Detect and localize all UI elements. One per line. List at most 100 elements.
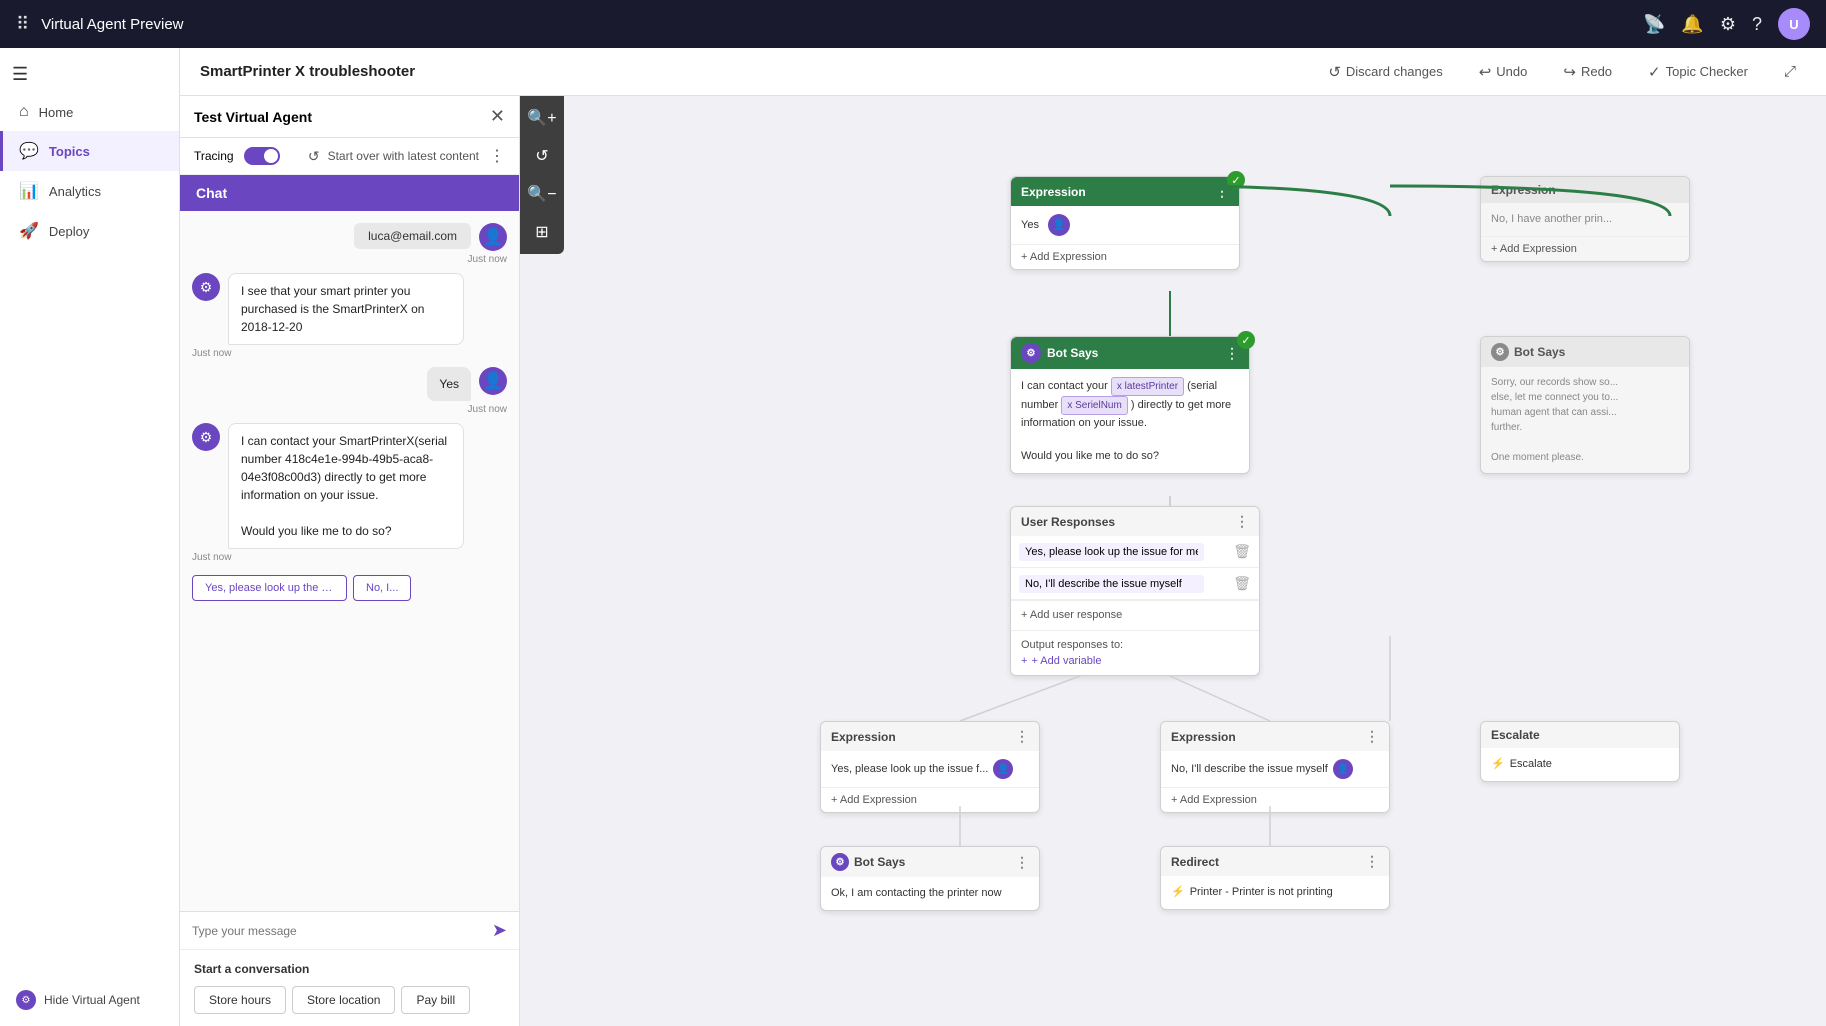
user-responses-body: 🗑 🗑 + Add user response xyxy=(1011,536,1259,630)
response-item-yes: 🗑 xyxy=(1011,536,1259,568)
bot-says-bottom-body: Ok, I am contacting the printer now xyxy=(821,877,1039,910)
bot-bottom-dots[interactable]: ⋮ xyxy=(1015,854,1029,871)
grid-icon[interactable]: ⠿ xyxy=(16,14,29,35)
add-expression-button[interactable]: + Add Expression xyxy=(1011,244,1239,269)
sidebar-topics-label: Topics xyxy=(49,144,90,159)
va-panel-more-icon[interactable]: ⋮ xyxy=(489,146,505,166)
expression-top-dots[interactable]: ⋮ xyxy=(1215,183,1229,200)
add-expr-yes-button[interactable]: + Add Expression xyxy=(821,787,1039,812)
add-var-icon: + xyxy=(1021,655,1027,667)
sidebar-item-deploy[interactable]: 🚀 Deploy xyxy=(0,211,179,251)
expr-no-avatar: 👤 xyxy=(1333,759,1353,779)
redirect-dots[interactable]: ⋮ xyxy=(1365,853,1379,870)
delete-response-icon[interactable]: 🗑 xyxy=(1233,541,1251,562)
delete-response-no-icon[interactable]: 🗑 xyxy=(1233,573,1251,594)
va-bottom-icon: ⚙ xyxy=(22,995,31,1006)
zoom-controls: 🔍+ ↺ 🔍− ⊞ xyxy=(520,96,564,254)
zoom-out-button[interactable]: 🔍− xyxy=(524,176,560,212)
va-panel-close-button[interactable]: ✕ xyxy=(490,106,505,127)
bot-says-avatar: ⚙ xyxy=(1021,343,1041,363)
message-time: Just now xyxy=(468,404,507,415)
add-expression-right-button[interactable]: + Add Expression xyxy=(1481,236,1689,261)
bot-says-bottom-header: ⚙ Bot Says ⋮ xyxy=(821,847,1039,877)
message-row: 👤 luca@email.com Just now xyxy=(192,223,507,265)
sidebar-item-analytics[interactable]: 📊 Analytics xyxy=(0,171,179,211)
zoom-in-button[interactable]: 🔍+ xyxy=(524,100,560,136)
start-over-icon: ↺ xyxy=(308,148,320,165)
expand-icon: ⤢ xyxy=(1784,63,1796,80)
option-yes-button[interactable]: Yes, please look up the issue for me xyxy=(192,575,347,601)
zoom-reset-button[interactable]: ↺ xyxy=(524,138,560,174)
expr-yes-avatar: 👤 xyxy=(993,759,1013,779)
bot-message-with-avatar: ⚙ I see that your smart printer you purc… xyxy=(192,273,507,345)
analytics-icon: 📊 xyxy=(19,181,39,201)
user-responses-node: User Responses ⋮ 🗑 🗑 xyxy=(1010,506,1260,676)
undo-button[interactable]: ↩ Undo xyxy=(1469,59,1538,85)
bot-says-bottom-node: ⚙ Bot Says ⋮ Ok, I am contacting the pri… xyxy=(820,846,1040,911)
bot-message-with-avatar: ⚙ I can contact your SmartPrinterX(seria… xyxy=(192,423,507,549)
undo-icon: ↩ xyxy=(1479,63,1492,81)
var-tag-printer: x latestPrinter xyxy=(1111,377,1184,396)
hide-va-button[interactable]: ⚙ Hide Virtual Agent xyxy=(0,974,179,1026)
expression-top-body: Yes 👤 xyxy=(1011,206,1239,244)
help-icon[interactable]: ? xyxy=(1752,14,1762,35)
expression-no-node: Expression ⋮ No, I'll describe the issue… xyxy=(1160,721,1390,813)
user-message-with-avatar: 👤 Yes xyxy=(427,367,507,401)
message-row: 👤 Yes Just now xyxy=(192,367,507,415)
add-user-response-button[interactable]: + Add user response xyxy=(1011,600,1259,630)
send-button[interactable]: ➤ xyxy=(492,920,507,941)
sidebar-item-topics[interactable]: 💬 Topics xyxy=(0,131,179,171)
bot-says-right-header: ⚙ Bot Says xyxy=(1481,337,1689,367)
expression-right-label: Expression xyxy=(1491,183,1556,197)
expand-button[interactable]: ⤢ xyxy=(1774,59,1806,84)
sidebar-item-home[interactable]: ⌂ Home xyxy=(0,93,179,131)
escalate-header: Escalate xyxy=(1481,722,1679,748)
start-over-button[interactable]: ↺ Start over with latest content xyxy=(308,148,479,165)
discard-changes-button[interactable]: ↺ Discard changes xyxy=(1318,59,1452,85)
va-panel-title: Test Virtual Agent xyxy=(194,109,482,125)
message-time: Just now xyxy=(468,254,507,265)
fit-button[interactable]: ⊞ xyxy=(524,214,560,250)
store-hours-button[interactable]: Store hours xyxy=(194,986,286,1014)
bot-says-dots[interactable]: ⋮ xyxy=(1225,345,1239,362)
check-badge: ✓ xyxy=(1227,171,1245,189)
add-variable-button[interactable]: + + Add variable xyxy=(1021,655,1249,667)
sidebar-toggle[interactable]: ☰ xyxy=(0,56,179,93)
sidebar-deploy-label: Deploy xyxy=(49,224,89,239)
escalate-icon: ⚡ xyxy=(1491,756,1505,773)
toolbar: SmartPrinter X troubleshooter ↺ Discard … xyxy=(180,48,1826,96)
bot-bottom-avatar: ⚙ xyxy=(831,853,849,871)
redo-button[interactable]: ↪ Redo xyxy=(1553,59,1622,85)
pay-bill-button[interactable]: Pay bill xyxy=(401,986,470,1014)
bot-avatar: ⚙ xyxy=(192,423,220,451)
page-title: SmartPrinter X troubleshooter xyxy=(200,63,1302,80)
redirect-node: Redirect ⋮ ⚡ Printer - Printer is not pr… xyxy=(1160,846,1390,910)
response-item-no: 🗑 xyxy=(1011,568,1259,600)
add-expr-no-button[interactable]: + Add Expression xyxy=(1161,787,1389,812)
bot-says-right-node: ⚙ Bot Says Sorry, our records show so...… xyxy=(1480,336,1690,474)
tracing-toggle[interactable] xyxy=(244,147,280,165)
escalate-body: ⚡ Escalate xyxy=(1481,748,1679,781)
response-input-yes[interactable] xyxy=(1019,543,1204,561)
expression-yes-node: Expression ⋮ Yes, please look up the iss… xyxy=(820,721,1040,813)
chat-input[interactable] xyxy=(192,924,484,938)
main-content: SmartPrinter X troubleshooter ↺ Discard … xyxy=(180,48,1826,1026)
user-responses-header: User Responses ⋮ xyxy=(1011,507,1259,536)
redirect-icon: ⚡ xyxy=(1171,884,1185,901)
topic-checker-label: Topic Checker xyxy=(1666,64,1748,79)
start-over-label: Start over with latest content xyxy=(328,149,479,163)
message-row: ⚙ I see that your smart printer you purc… xyxy=(192,273,507,359)
expression-right-body: No, I have another prin... xyxy=(1481,203,1689,236)
option-no-button[interactable]: No, I... xyxy=(353,575,411,601)
store-location-button[interactable]: Store location xyxy=(292,986,395,1014)
expr-user-avatar: 👤 xyxy=(1048,214,1070,236)
expr-yes-dots[interactable]: ⋮ xyxy=(1015,728,1029,745)
user-responses-dots[interactable]: ⋮ xyxy=(1235,513,1249,530)
avatar[interactable]: U xyxy=(1778,8,1810,40)
topic-checker-button[interactable]: ✓ Topic Checker xyxy=(1638,59,1758,85)
gear-icon[interactable]: ⚙ xyxy=(1720,14,1736,35)
response-input-no[interactable] xyxy=(1019,575,1204,593)
bell-icon[interactable]: 🔔 xyxy=(1681,14,1703,35)
cast-icon[interactable]: 📡 xyxy=(1643,14,1665,35)
expr-no-dots[interactable]: ⋮ xyxy=(1365,728,1379,745)
